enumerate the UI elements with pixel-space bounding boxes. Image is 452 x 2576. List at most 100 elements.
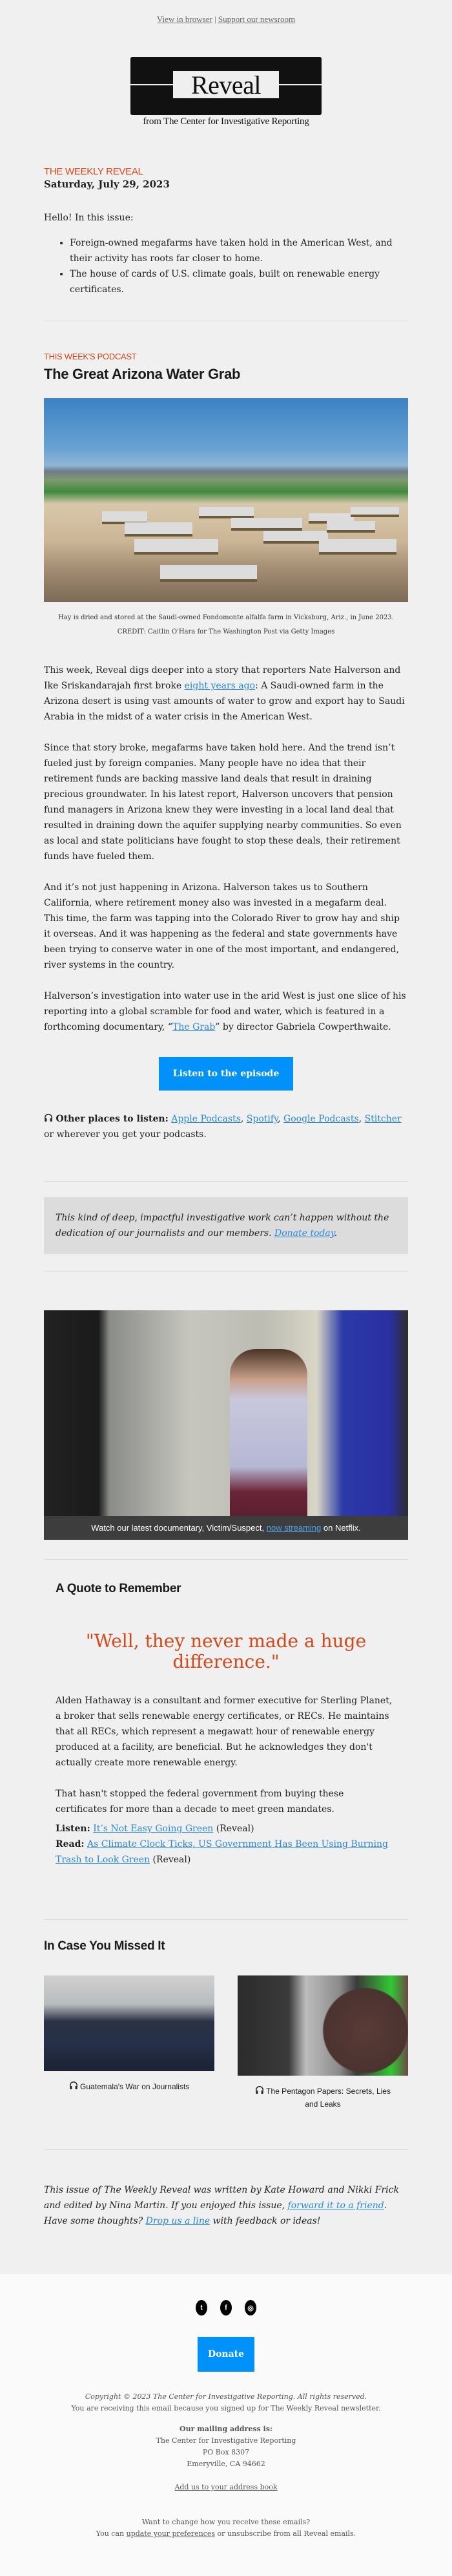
forward-to-friend-link[interactable]: forward it to a friend [288, 2200, 384, 2211]
not-easy-going-green-link[interactable]: It’s Not Easy Going Green [93, 1824, 213, 1834]
read-label: Read: [56, 1839, 85, 1850]
mailing-address: Our mailing address is: The Center for I… [0, 2423, 452, 2470]
listen-episode-button[interactable]: Listen to the episode [158, 1057, 294, 1091]
view-in-browser-link[interactable]: View in browser [157, 14, 212, 24]
podcast-title: The Great Arizona Water Grab [44, 366, 241, 383]
image-detail [134, 539, 218, 555]
preferences-block: Want to change how you receive these ema… [0, 2517, 452, 2540]
image-detail [263, 531, 328, 544]
text-span: on Netflix. [321, 1523, 361, 1533]
divider [44, 2149, 408, 2151]
add-address-book-link[interactable]: Add us to your address book [174, 2483, 277, 2491]
divider [44, 1919, 408, 1921]
address-line: Emeryville, CA 94662 [187, 2460, 265, 2469]
hero-image-alfalfa-farm[interactable] [44, 398, 408, 602]
text-span: Watch our latest documentary, Victim/Sus… [91, 1523, 267, 1533]
pull-quote: "Well, they never made a huge difference… [85, 1630, 367, 1673]
image-caption: Hay is dried and stored at the Saudi-own… [58, 614, 394, 622]
quote-heading: A Quote to Remember [56, 1582, 181, 1596]
promo-caption: Watch our latest documentary, Victim/Sus… [44, 1516, 408, 1540]
text-span: with feedback or ideas! [210, 2216, 321, 2227]
reveal-logo[interactable]: Reveal from The Center for Investigative… [44, 57, 408, 127]
image-detail [351, 507, 399, 518]
copyright: Copyright © 2023 The Center for Investig… [85, 2392, 367, 2401]
stitcher-link[interactable]: Stitcher [365, 1114, 402, 1124]
receiving-notice: You are receiving this email because you… [71, 2404, 381, 2413]
drop-us-a-line-link[interactable]: Drop us a line [146, 2216, 210, 2226]
top-links: View in browser | Support our newsroom [44, 0, 408, 25]
text-span: or unsubscribe from all Reveal emails. [215, 2529, 356, 2539]
icym-card[interactable]: The Pentagon Papers: Secrets, Lies and L… [238, 1975, 408, 2111]
footer-donate-button[interactable]: Donate [197, 2337, 255, 2372]
pentagon-papers-image[interactable] [238, 1975, 408, 2076]
podcast-paragraph: And it’s not just happening in Arizona. … [44, 882, 400, 971]
logo-brush-mark: Reveal [130, 57, 322, 115]
image-credit: CREDIT: Caitlin O'Hara for The Washingto… [117, 628, 335, 636]
update-preferences-link[interactable]: update your preferences [127, 2529, 215, 2538]
footer: t f ◎ Donate Copyright © 2023 The Center… [0, 2274, 452, 2576]
quote-section: A Quote to Remember "Well, they never ma… [44, 1582, 408, 1868]
quote-paragraph: Alden Hathaway is a consultant and forme… [56, 1696, 393, 1769]
newsletter-kicker: THE WEEKLY REVEAL [44, 166, 143, 177]
related-links: Listen: It’s Not Easy Going Green (Revea… [56, 1821, 396, 1868]
the-grab-link[interactable]: The Grab [172, 1022, 215, 1032]
divider [44, 1271, 408, 1272]
image-detail [160, 565, 257, 582]
icym-card-title[interactable]: The Pentagon Papers: Secrets, Lies and L… [238, 2085, 408, 2111]
text-span: You can [96, 2529, 127, 2539]
icym-title-text: The Pentagon Papers: Secrets, Lies and L… [266, 2087, 391, 2109]
icym-card[interactable]: Guatemala's War on Journalists [44, 1975, 214, 2111]
victim-suspect-image[interactable] [44, 1310, 408, 1517]
headphones-icon [256, 2086, 263, 2094]
issue-bullets: Foreign-owned megafarms have taken hold … [44, 235, 408, 297]
intro-text: Hello! In this issue: [44, 213, 134, 223]
facebook-icon[interactable]: f [220, 2300, 232, 2316]
address-line: PO Box 8307 [202, 2448, 250, 2457]
donate-callout-text: This kind of deep, impactful investigati… [56, 1213, 389, 1239]
donate-callout: This kind of deep, impactful investigati… [44, 1197, 408, 1255]
divider [44, 1181, 408, 1182]
headphones-icon [45, 1114, 52, 1122]
issue-date: Saturday, July 29, 2023 [44, 178, 170, 190]
other-places-tail: or wherever you get your podcasts. [44, 1129, 207, 1140]
text-span: . [334, 1228, 338, 1239]
instagram-icon[interactable]: ◎ [245, 2300, 256, 2316]
twitter-icon[interactable]: t [196, 2300, 207, 2316]
social-links: t f ◎ [0, 2300, 452, 2316]
google-podcasts-link[interactable]: Google Podcasts [283, 1114, 359, 1124]
icym-heading: In Case You Missed It [44, 1939, 165, 1953]
climate-clock-article-link[interactable]: As Climate Clock Ticks, US Government Ha… [56, 1839, 388, 1865]
support-newsroom-link[interactable]: Support our newsroom [218, 14, 295, 24]
image-detail [199, 507, 254, 519]
bullet-item: Foreign-owned megafarms have taken hold … [70, 235, 408, 266]
icym-card-title[interactable]: Guatemala's War on Journalists [44, 2080, 214, 2093]
spotify-link[interactable]: Spotify [247, 1114, 278, 1124]
address-line: The Center for Investigative Reporting [156, 2436, 296, 2445]
quote-paragraph: That hasn't stopped the federal governme… [56, 1789, 344, 1815]
source-label: (Reveal) [150, 1855, 191, 1866]
podcast-paragraph: This week, Reveal digs deeper into a sto… [44, 663, 408, 725]
divider [44, 1559, 408, 1560]
podcast-paragraph: Since that story broke, megafarms have t… [44, 743, 402, 862]
icym-title-text: Guatemala's War on Journalists [80, 2082, 190, 2092]
donate-today-link[interactable]: Donate today [274, 1228, 334, 1239]
guatemala-image[interactable] [44, 1975, 214, 2072]
now-streaming-link[interactable]: now streaming [267, 1523, 322, 1533]
eight-years-ago-link[interactable]: eight years ago [185, 681, 255, 691]
top-links-separator: | [214, 14, 216, 24]
headphones-icon [69, 2081, 77, 2090]
image-detail [327, 521, 375, 533]
documentary-promo: Watch our latest documentary, Victim/Sus… [44, 1310, 408, 1540]
issue-credits: This issue of The Weekly Reveal was writ… [44, 2182, 408, 2248]
podcast-paragraph: Halverson’s investigation into water use… [44, 988, 408, 1035]
source-label: (Reveal) [213, 1824, 254, 1835]
logo-wordmark: Reveal [173, 70, 279, 100]
image-detail [231, 518, 302, 531]
image-detail [319, 539, 396, 555]
icym-grid: Guatemala's War on Journalists The Penta… [44, 1975, 408, 2111]
listen-label: Listen: [56, 1824, 90, 1835]
apple-podcasts-link[interactable]: Apple Podcasts [171, 1114, 241, 1124]
other-places-label: Other places to listen: [56, 1114, 169, 1125]
newsletter-page: View in browser | Support our newsroom R… [0, 0, 452, 2576]
logo-tagline: from The Center for Investigative Report… [143, 116, 309, 127]
